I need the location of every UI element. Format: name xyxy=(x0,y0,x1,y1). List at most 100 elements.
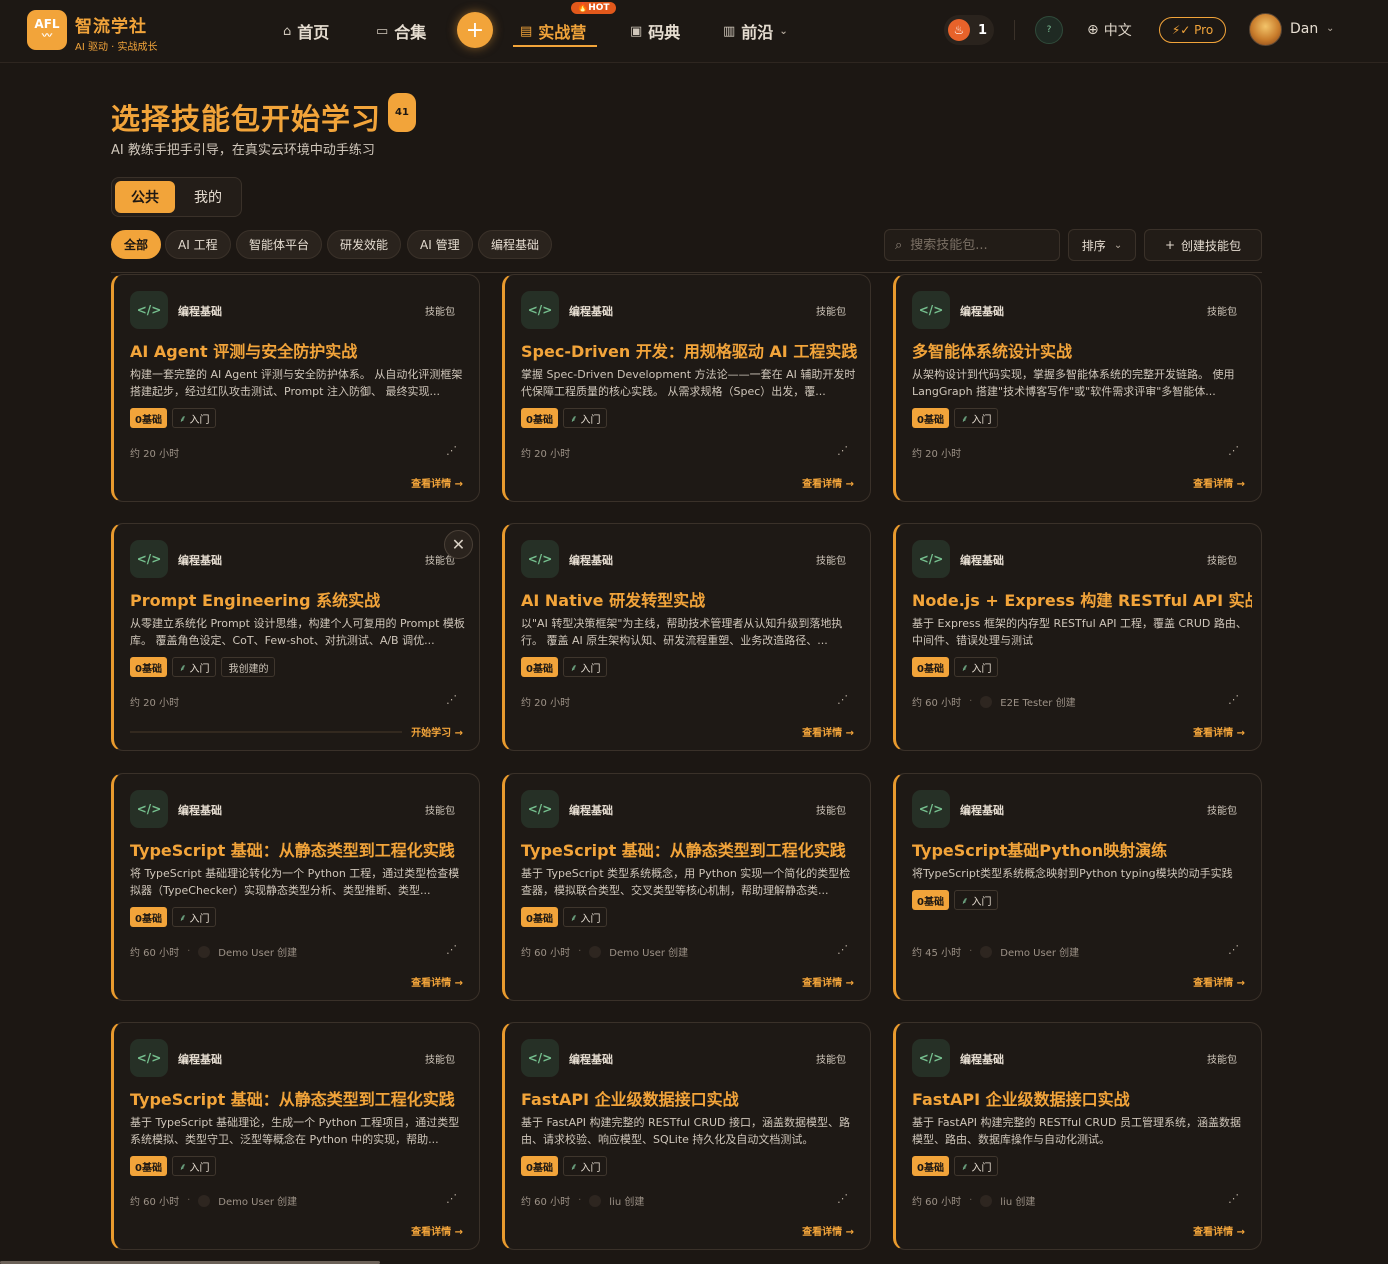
nav-codex[interactable]: ▣ 码典 xyxy=(630,18,680,44)
card-title[interactable]: TypeScript 基础：从静态类型到工程化实践 xyxy=(130,837,470,861)
card-action-link[interactable]: 查看详情 → xyxy=(411,475,463,490)
card-tags: 0基础 ⸙ 入门 xyxy=(912,1156,999,1176)
difficulty-badge: ⸙ 入门 xyxy=(953,408,999,428)
card-description: 从零建立系统化 Prompt 设计思维，构建个人可复用的 Prompt 模板库。… xyxy=(130,617,465,647)
difficulty-label: 入门 xyxy=(580,913,601,925)
card-category: 编程基础 xyxy=(178,804,222,817)
skill-pack-card[interactable]: </> 编程基础 技能包 ✕ Prompt Engineering 系统实战 从零建立系统… xyxy=(111,523,480,751)
meta-separator: · xyxy=(187,946,191,957)
filter-agent-platform[interactable]: 智能体平台 xyxy=(236,230,323,259)
skill-pack-card[interactable]: </> 编程基础 技能包 TypeScript基础Python映射演练 将TypeScr… xyxy=(893,773,1262,1001)
skill-pack-card[interactable]: </> 编程基础 技能包 多智能体系统设计实战 从架构设计到代码实现，掌握多智能体系统的… xyxy=(893,274,1262,502)
share-icon[interactable]: ⋰ xyxy=(446,693,457,706)
card-title[interactable]: Spec-Driven 开发：用规格驱动 AI 工程实践 xyxy=(521,338,861,362)
create-skill-pack-button[interactable]: + 创建技能包 xyxy=(1144,229,1262,261)
card-title[interactable]: TypeScript 基础：从静态类型到工程化实践 xyxy=(521,837,861,861)
share-icon[interactable]: ⋰ xyxy=(1228,943,1239,956)
sprout-icon: ⸙ xyxy=(178,1162,187,1173)
skill-pack-card[interactable]: </> 编程基础 技能包 TypeScript 基础：从静态类型到工程化实践将 Typ… xyxy=(111,773,480,1001)
skill-pack-card[interactable]: </> 编程基础 技能包 TypeScript 基础：从静态类型到工程化实践 基于 Ty… xyxy=(111,1022,480,1250)
card-action-link[interactable]: 查看详情 → xyxy=(1193,1223,1245,1238)
card-title[interactable]: TypeScript 基础：从静态类型到工程化实践 xyxy=(130,1086,470,1110)
language-switcher[interactable]: ⊕ 中文 xyxy=(1087,20,1132,40)
create-plus-button[interactable]: + xyxy=(457,12,493,48)
card-meta: 约 60 小时 · Demo User 创建 xyxy=(521,944,688,959)
share-icon[interactable]: ⋰ xyxy=(837,943,848,956)
help-button[interactable]: ? xyxy=(1035,16,1063,44)
share-icon[interactable]: ⋰ xyxy=(446,943,457,956)
brand-name[interactable]: 智流学社 xyxy=(75,12,147,37)
search-input[interactable] xyxy=(910,237,1046,253)
skill-pack-card[interactable]: </> 编程基础 技能包 Node.js + Express 构建 RESTful A… xyxy=(893,523,1262,751)
username[interactable]: Dan xyxy=(1290,21,1318,37)
filter-ai-management[interactable]: AI 管理 xyxy=(407,230,473,259)
share-icon[interactable]: ⋰ xyxy=(837,693,848,706)
card-title[interactable]: TypeScript基础Python映射演练 xyxy=(912,837,1252,861)
card-action-link[interactable]: 查看详情 → xyxy=(411,1223,463,1238)
skill-pack-card[interactable]: </> 编程基础 技能包 Spec-Driven 开发：用规格驱动 AI 工程实践 掌握… xyxy=(502,274,871,502)
card-action-link[interactable]: 查看详情 → xyxy=(411,974,463,989)
nav-collections-label: 合集 xyxy=(394,23,427,42)
user-menu-chevron-icon[interactable]: ⌄ xyxy=(1326,23,1334,34)
share-icon[interactable]: ⋰ xyxy=(446,444,457,457)
skill-pack-card[interactable]: </> 编程基础 技能包 TypeScript 基础：从静态类型到工程化实践 基于 Ty… xyxy=(502,773,871,1001)
skill-pack-card[interactable]: </> 编程基础 技能包 AI Agent 评测与安全防护实战 构建一套完整的 AI A… xyxy=(111,274,480,502)
difficulty-badge: ⸙ 入门 xyxy=(171,907,217,927)
level-badge: 0基础 xyxy=(521,907,558,927)
filter-dev-efficiency[interactable]: 研发效能 xyxy=(327,230,402,259)
card-title[interactable]: FastAPI 企业级数据接口实战 xyxy=(521,1086,861,1110)
card-tags: 0基础 ⸙ 入门 我创建的 xyxy=(130,657,276,677)
nav-collections[interactable]: ▭ 合集 xyxy=(376,18,426,44)
close-icon[interactable]: ✕ xyxy=(444,530,473,559)
brand-logo[interactable]: AFL 〰 xyxy=(27,10,67,50)
card-creator: Demo User 创建 xyxy=(609,948,689,959)
card-action-link[interactable]: 查看详情 → xyxy=(802,1223,854,1238)
nav-bootcamp[interactable]: ▤ 实战营 xyxy=(520,18,586,44)
tab-mine[interactable]: 我的 xyxy=(178,181,238,213)
creator-avatar xyxy=(980,945,993,958)
card-action-link[interactable]: 查看详情 → xyxy=(802,974,854,989)
nav-home[interactable]: ⌂ 首页 xyxy=(283,18,329,44)
share-icon[interactable]: ⋰ xyxy=(1228,444,1239,457)
share-icon[interactable]: ⋰ xyxy=(837,1192,848,1205)
card-title[interactable]: Prompt Engineering 系统实战 xyxy=(130,587,470,611)
skill-pack-card[interactable]: </> 编程基础 技能包 FastAPI 企业级数据接口实战 基于 FastAPI 构建… xyxy=(502,1022,871,1250)
avatar[interactable] xyxy=(1249,13,1282,46)
card-action-link[interactable]: 查看详情 → xyxy=(802,724,854,739)
card-category: 编程基础 xyxy=(960,804,1004,817)
nav-frontier[interactable]: ▥ 前沿 ⌄ xyxy=(723,18,788,44)
share-icon[interactable]: ⋰ xyxy=(446,1192,457,1205)
creator-avatar xyxy=(980,1194,993,1207)
tab-public[interactable]: 公共 xyxy=(115,181,175,213)
scope-tabs: 公共 我的 xyxy=(111,177,242,217)
skill-pack-card[interactable]: </> 编程基础 技能包 AI Native 研发转型实战 以"AI 转型决策框架"为主… xyxy=(502,523,871,751)
skill-pack-card[interactable]: </> 编程基础 技能包 FastAPI 企业级数据接口实战 基于 FastAPI 构建… xyxy=(893,1022,1262,1250)
card-action-link[interactable]: 查看详情 → xyxy=(802,475,854,490)
card-type: 技能包 xyxy=(425,1055,455,1066)
search-icon: ⌕ xyxy=(895,237,903,253)
card-action-link[interactable]: 查看详情 → xyxy=(1193,974,1245,989)
filter-all[interactable]: 全部 xyxy=(111,230,162,259)
sort-button[interactable]: 排序 ⌄ xyxy=(1068,229,1136,261)
share-icon[interactable]: ⋰ xyxy=(1228,693,1239,706)
card-action-link[interactable]: 查看详情 → xyxy=(1193,475,1245,490)
card-title[interactable]: 多智能体系统设计实战 xyxy=(912,338,1252,362)
card-creator: Demo User 创建 xyxy=(218,1197,298,1208)
share-icon[interactable]: ⋰ xyxy=(837,444,848,457)
card-category: 编程基础 xyxy=(569,1053,613,1066)
level-badge: 0基础 xyxy=(912,890,949,910)
streak-counter[interactable]: ♨ 1 xyxy=(944,15,994,45)
filter-ai-engineering[interactable]: AI 工程 xyxy=(165,230,231,259)
share-icon[interactable]: ⋰ xyxy=(1228,1192,1239,1205)
pro-button[interactable]: ⚡✓ Pro xyxy=(1159,17,1226,43)
card-title[interactable]: FastAPI 企业级数据接口实战 xyxy=(912,1086,1252,1110)
top-navbar: AFL 〰 智流学社 AI 驱动 · 实战成长 ⌂ 首页 ▭ 合集 + ▤ 实战… xyxy=(0,0,1388,63)
filter-programming-basics[interactable]: 编程基础 xyxy=(478,230,553,259)
card-title[interactable]: AI Agent 评测与安全防护实战 xyxy=(130,338,470,362)
card-title[interactable]: AI Native 研发转型实战 xyxy=(521,587,861,611)
card-action-link[interactable]: 开始学习 → xyxy=(411,724,463,739)
card-action-link[interactable]: 查看详情 → xyxy=(1193,724,1245,739)
creator-avatar xyxy=(980,695,993,708)
card-title[interactable]: Node.js + Express 构建 RESTful API 实战 xyxy=(912,587,1252,611)
card-category: 编程基础 xyxy=(178,554,222,567)
